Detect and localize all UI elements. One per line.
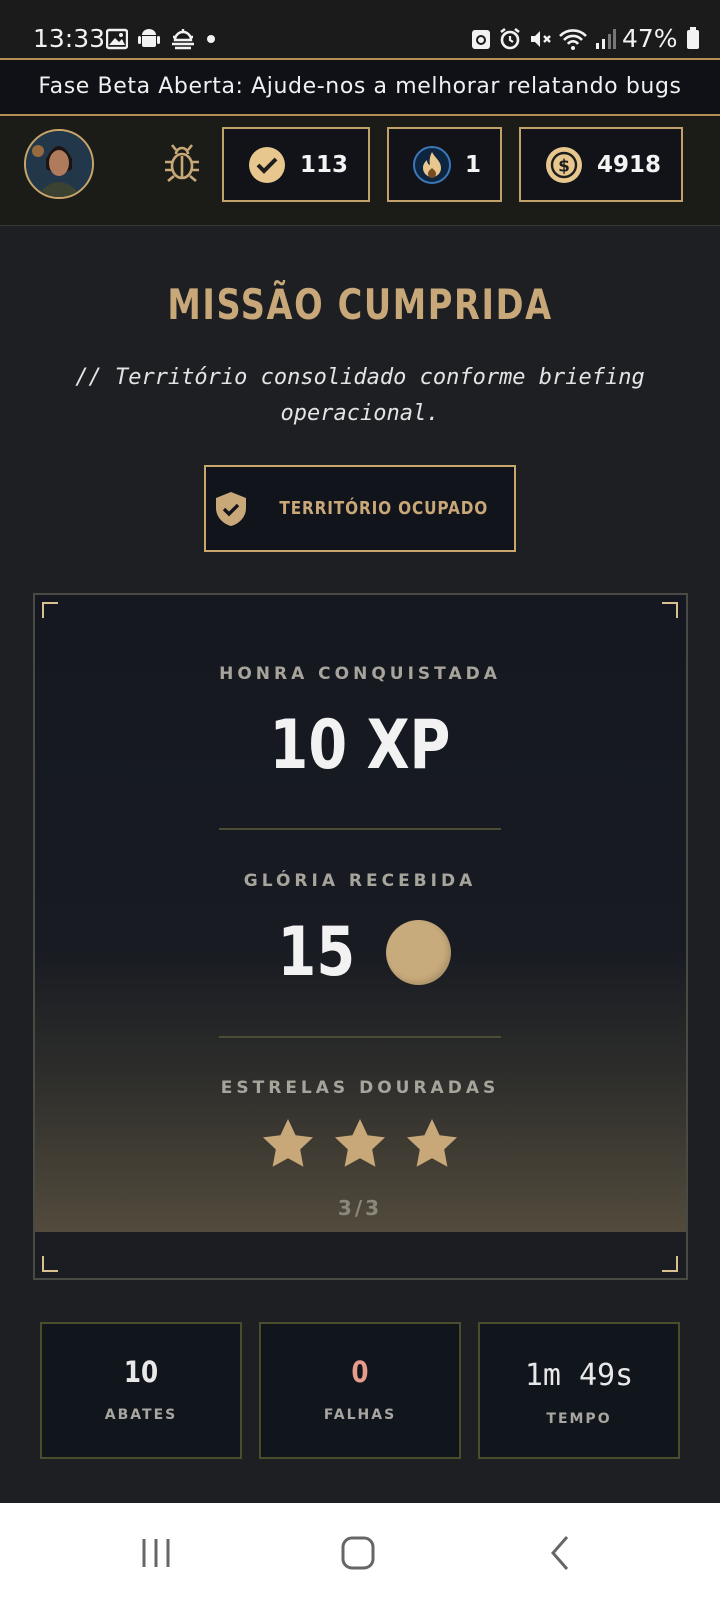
bug-icon[interactable] <box>160 140 204 184</box>
avatar-portrait <box>26 131 92 197</box>
checkmark-icon <box>249 146 285 183</box>
stars-label: ESTRELAS DOURADAS <box>220 1078 500 1098</box>
wifi-icon <box>559 29 587 50</box>
corner-bracket <box>662 602 678 618</box>
corner-bracket <box>42 1256 58 1272</box>
coins-value: 4918 <box>597 151 662 178</box>
corner-bracket <box>42 602 58 618</box>
svg-text:$: $ <box>558 156 570 176</box>
glory-row: 15 <box>0 912 720 992</box>
streak-value: 1 <box>465 151 482 178</box>
recents-icon[interactable] <box>136 1533 176 1573</box>
missions-value: 113 <box>300 151 349 178</box>
failures-stat: 0 FALHAS <box>259 1322 461 1459</box>
status-icons-left <box>106 26 216 52</box>
honor-label: HONRA CONQUISTADA <box>219 664 501 684</box>
honor-value: 10 XP <box>269 706 451 785</box>
dot-icon <box>207 35 215 43</box>
avatar[interactable] <box>24 129 94 199</box>
status-time: 13:33 <box>33 24 106 53</box>
beta-banner-text: Fase Beta Aberta: Ajude-nos a melhorar r… <box>38 74 682 99</box>
stars-count: 3/3 <box>337 1196 383 1220</box>
territory-occupied-label: TERRITÓRIO OCUPADO <box>279 498 489 519</box>
streak-counter[interactable]: 1 <box>387 127 502 202</box>
territory-occupied-button[interactable]: TERRITÓRIO OCUPADO <box>204 465 516 552</box>
shield-check-icon <box>216 491 247 526</box>
glory-value: 15 <box>277 912 356 992</box>
battery-icon <box>686 27 699 49</box>
stars-row <box>0 1117 720 1171</box>
coins-counter[interactable]: $ 4918 <box>519 127 683 202</box>
mute-icon <box>531 31 551 47</box>
kills-value: 10 <box>123 1355 159 1389</box>
mission-subtitle: // Território consolidado conforme brief… <box>75 365 645 426</box>
dollar-coin-icon: $ <box>546 146 582 183</box>
star-icon <box>335 1119 385 1167</box>
failures-label: FALHAS <box>323 1407 397 1423</box>
mission-title: MISSÃO CUMPRIDA <box>167 280 553 329</box>
time-label: TEMPO <box>546 1411 612 1427</box>
failures-value: 0 <box>351 1355 369 1389</box>
signal-icon <box>596 29 616 49</box>
time-stat: 1m 49s TEMPO <box>478 1322 680 1459</box>
star-icon <box>407 1119 457 1167</box>
recycle-icon <box>472 30 490 49</box>
home-icon[interactable] <box>338 1533 378 1573</box>
android-icon <box>138 29 160 47</box>
flame-icon <box>413 145 451 184</box>
rewards-card-footer <box>35 1232 686 1278</box>
weather-icon <box>172 29 194 50</box>
battery-level: 47% <box>622 24 700 54</box>
missions-counter[interactable]: 113 <box>222 127 370 202</box>
star-icon <box>263 1119 313 1167</box>
alarm-icon <box>500 27 520 50</box>
status-icons-right <box>470 26 616 52</box>
kills-stat: 10 ABATES <box>40 1322 242 1459</box>
coin-icon <box>385 920 451 985</box>
gallery-icon <box>106 28 128 50</box>
glory-label: GLÓRIA RECEBIDA <box>243 871 477 891</box>
back-icon[interactable] <box>541 1533 581 1573</box>
time-value: 1m 49s <box>524 1358 634 1393</box>
kills-label: ABATES <box>104 1407 178 1423</box>
divider <box>219 828 501 830</box>
corner-bracket <box>662 1256 678 1272</box>
divider <box>219 1036 501 1038</box>
